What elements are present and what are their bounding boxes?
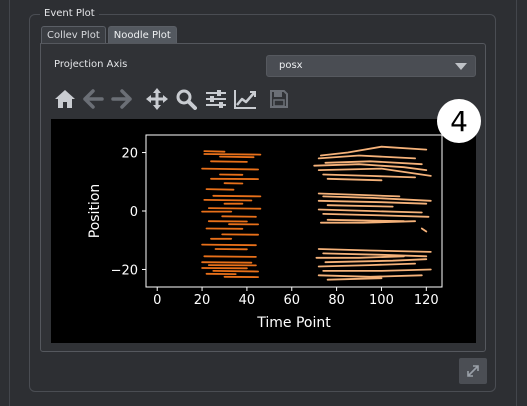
pan-button[interactable] (145, 86, 169, 112)
outer-frame-left-line (9, 0, 10, 406)
series-line-47 (315, 255, 405, 259)
series-line-30 (317, 154, 417, 160)
outer-frame-right-line (516, 0, 517, 406)
projection-axis-value: posx (279, 60, 303, 71)
series-line-44 (420, 227, 428, 233)
x-tick-label: 60 (283, 293, 300, 308)
series-line-46 (322, 252, 428, 258)
series-line-2 (219, 155, 255, 159)
series-line-20 (201, 243, 257, 247)
series-line-48 (324, 258, 428, 264)
step-number-badge: 4 (437, 99, 481, 143)
y-tick-label: 0 (130, 205, 138, 220)
x-tick-label: 120 (414, 293, 439, 308)
plot-tabbar: Collev Plot Noodle Plot (41, 26, 177, 44)
forward-button[interactable] (110, 86, 134, 112)
series-line-51 (317, 274, 423, 278)
series-line-12 (207, 207, 262, 210)
save-button[interactable] (267, 86, 291, 112)
series-line-39 (326, 204, 394, 208)
series-line-8 (205, 188, 235, 191)
x-tick-label: 80 (328, 293, 345, 308)
series-line-23 (201, 261, 253, 264)
x-axis-label: Time Point (256, 315, 331, 331)
x-tick-label: 100 (369, 293, 394, 308)
series-line-26 (212, 269, 260, 273)
y-tick-label: −20 (111, 263, 138, 278)
tab-collev-plot[interactable]: Collev Plot (41, 26, 106, 43)
tab-noodle-plot[interactable]: Noodle Plot (107, 26, 177, 43)
series-line-35 (326, 177, 383, 182)
edit-axis-button[interactable] (233, 86, 257, 112)
series-line-3 (210, 160, 248, 163)
zoom-icon (176, 89, 197, 110)
series-line-45 (317, 248, 432, 253)
series-line-0 (203, 150, 226, 153)
home-button[interactable] (53, 86, 77, 112)
series-line-14 (221, 215, 257, 218)
chevron-down-icon (455, 63, 467, 70)
projection-axis-select[interactable]: posx (266, 55, 476, 77)
x-tick-label: 20 (194, 293, 211, 308)
y-axis-label: Position (87, 184, 103, 239)
tick-layer: 0 20 40 60 80 100 120 −20 0 20 (111, 147, 439, 308)
forward-arrow-icon (111, 89, 132, 109)
edit-axis-icon (234, 90, 256, 109)
series-line-37 (322, 195, 432, 202)
noodle-plot-chart: 0 20 40 60 80 100 120 −20 0 20 Time Point Positio… (87, 134, 443, 331)
series-line-31 (324, 160, 423, 166)
series-line-22 (203, 255, 257, 258)
series-line-41 (322, 213, 430, 218)
series-line-49 (317, 262, 417, 268)
y-tick-label: 20 (121, 147, 138, 162)
back-button[interactable] (81, 86, 105, 112)
zoom-button[interactable] (174, 86, 198, 112)
home-icon (55, 90, 75, 108)
groupbox-title: Event Plot (40, 8, 99, 19)
projection-axis-label: Projection Axis (54, 59, 128, 70)
series-line-9 (212, 194, 262, 198)
back-arrow-icon (83, 89, 104, 109)
series-line-10 (203, 199, 253, 202)
series-layer (201, 145, 432, 281)
expand-icon (467, 365, 479, 377)
pan-icon (146, 88, 168, 110)
configure-subplots-button[interactable] (204, 86, 228, 112)
series-line-38 (317, 199, 428, 205)
x-tick-label: 0 (153, 293, 161, 308)
series-line-52 (326, 277, 383, 281)
series-line-4 (201, 167, 260, 171)
x-tick-label: 40 (239, 293, 256, 308)
configure-subplots-icon (206, 90, 226, 108)
series-line-29 (319, 145, 428, 157)
series-line-40 (317, 208, 423, 214)
series-line-1 (203, 153, 262, 156)
save-icon (270, 90, 288, 108)
series-line-34 (322, 173, 417, 179)
series-line-50 (322, 268, 432, 272)
expand-button[interactable] (459, 358, 487, 384)
noodle-plot-canvas[interactable]: 0 20 40 60 80 100 120 −20 0 20 Time Point Positio… (51, 119, 476, 343)
